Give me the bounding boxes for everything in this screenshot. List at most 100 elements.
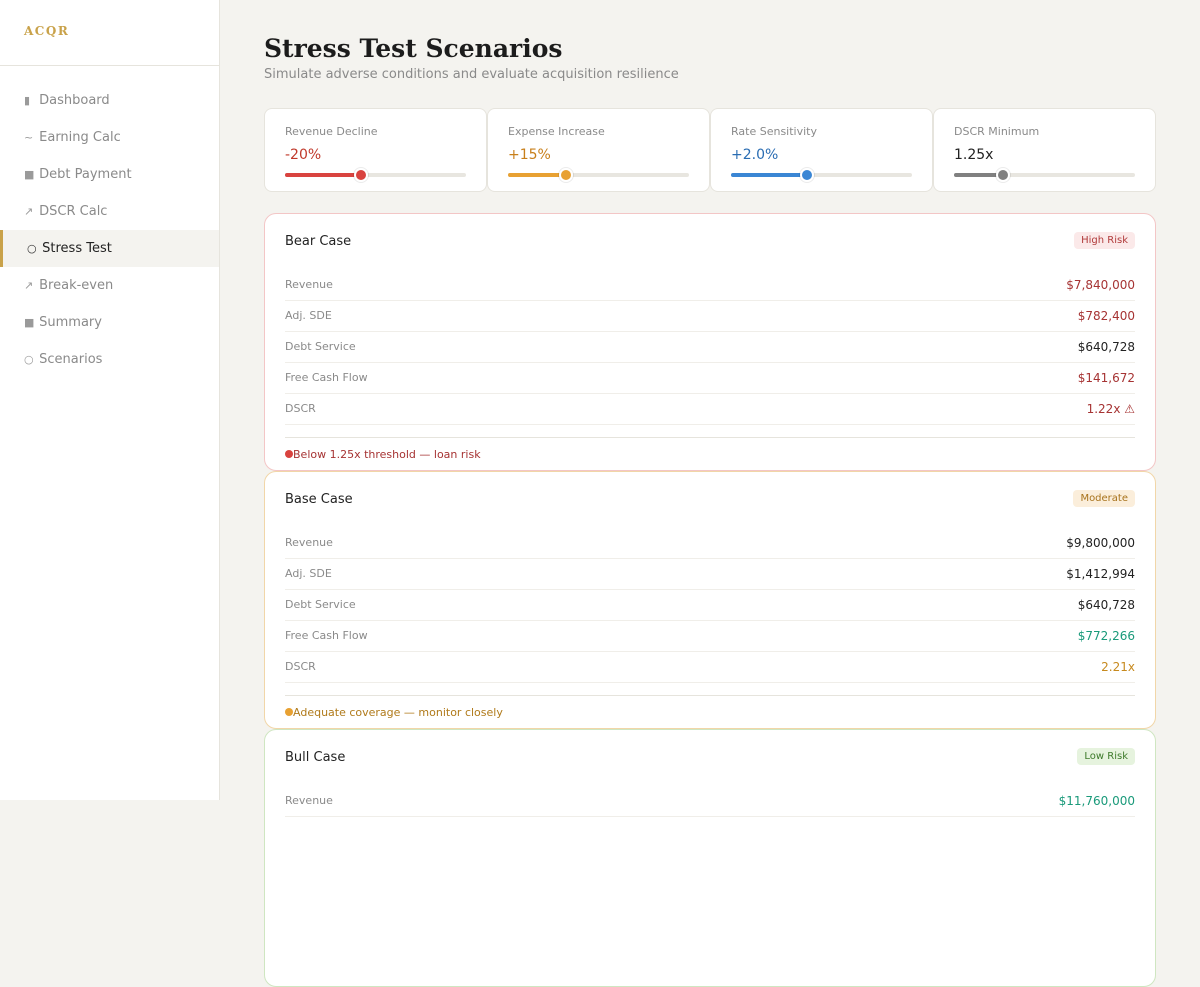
metric-label: Revenue: [285, 536, 333, 549]
slider-value: +2.0%: [731, 147, 779, 163]
metric-label: Revenue: [285, 794, 333, 807]
metric-row: Debt Service $640,728: [285, 332, 1135, 363]
page-subtitle: Simulate adverse conditions and evaluate…: [264, 67, 679, 82]
metric-row: DSCR 1.22x ⚠: [285, 394, 1135, 425]
scenario-name: Bull Case: [285, 750, 346, 765]
scenario-header: Bear Case High Risk: [285, 214, 1135, 270]
metric-value: 2.21x: [1101, 660, 1135, 674]
sidebar-item-label: DSCR Calc: [39, 204, 108, 219]
scenario-note-text: Adequate coverage — monitor closely: [293, 706, 503, 719]
slider-label: Revenue Decline: [285, 125, 378, 138]
trend-up-icon: ↗: [24, 279, 34, 292]
slider-track[interactable]: [508, 168, 689, 182]
slider-value: 1.25x: [954, 147, 994, 163]
slider-thumb[interactable]: [558, 168, 573, 182]
bull-case-card: Bull Case Low Risk Revenue $11,760,000: [264, 729, 1156, 987]
metric-row: Free Cash Flow $141,672: [285, 363, 1135, 394]
metric-value: $9,800,000: [1066, 536, 1135, 550]
sidebar-item-label: Debt Payment: [39, 167, 132, 182]
metric-value: $640,728: [1077, 340, 1135, 354]
metric-value: $141,672: [1077, 371, 1135, 385]
slider-thumb[interactable]: [995, 168, 1010, 182]
metric-label: Debt Service: [285, 340, 356, 353]
sidebar-item-debt-payment[interactable]: ■ Debt Payment: [0, 156, 219, 193]
slider-value: +15%: [508, 147, 551, 163]
sidebar: ACQR ▮ Dashboard ~ Earning Calc ■ Debt P…: [0, 0, 220, 800]
scenario-name: Base Case: [285, 492, 353, 507]
sidebar-nav: ▮ Dashboard ~ Earning Calc ■ Debt Paymen…: [0, 66, 219, 378]
metric-row: Adj. SDE $782,400: [285, 301, 1135, 332]
metric-row: Revenue $7,840,000: [285, 270, 1135, 301]
slider-fill: [508, 173, 566, 177]
sidebar-item-summary[interactable]: ■ Summary: [0, 304, 219, 341]
sidebar-item-label: Stress Test: [42, 241, 112, 256]
slider-track[interactable]: [954, 168, 1135, 182]
slider-label: Rate Sensitivity: [731, 125, 817, 138]
sidebar-item-label: Scenarios: [39, 352, 103, 367]
metric-label: Revenue: [285, 278, 333, 291]
revenue-decline-slider-card: Revenue Decline -20%: [264, 108, 487, 192]
metric-label: DSCR: [285, 402, 316, 415]
square-icon: ■: [24, 168, 35, 181]
base-case-card: Base Case Moderate Revenue $9,800,000 Adj…: [264, 471, 1156, 729]
sidebar-item-dscr-calc[interactable]: ↗ DSCR Calc: [0, 193, 219, 230]
app-logo[interactable]: ACQR: [0, 0, 219, 66]
rate-sensitivity-slider-card: Rate Sensitivity +2.0%: [710, 108, 933, 192]
metric-value: $772,266: [1077, 629, 1135, 643]
sidebar-item-label: Summary: [39, 315, 102, 330]
slider-track[interactable]: [731, 168, 912, 182]
metric-label: Adj. SDE: [285, 567, 332, 580]
sidebar-item-label: Break-even: [39, 278, 114, 293]
scenario-note: Below 1.25x threshold — loan risk: [285, 437, 1135, 472]
dashboard-icon: ▮: [24, 94, 31, 107]
metric-label: Free Cash Flow: [285, 371, 368, 384]
metric-row: Debt Service $640,728: [285, 590, 1135, 621]
slider-track[interactable]: [285, 168, 466, 182]
expense-increase-slider-card: Expense Increase +15%: [487, 108, 710, 192]
risk-badge: Moderate: [1073, 490, 1135, 507]
dscr-minimum-slider-card: DSCR Minimum 1.25x: [933, 108, 1156, 192]
metric-row: DSCR 2.21x: [285, 652, 1135, 683]
sidebar-item-label: Earning Calc: [39, 130, 121, 145]
sidebar-item-dashboard[interactable]: ▮ Dashboard: [0, 82, 219, 119]
scenario-note-text: Below 1.25x threshold — loan risk: [293, 448, 481, 461]
slider-fill: [285, 173, 362, 177]
slider-label: DSCR Minimum: [954, 125, 1040, 138]
slider-label: Expense Increase: [508, 125, 605, 138]
wave-icon: ~: [24, 131, 34, 144]
status-dot-icon: [285, 708, 293, 716]
metric-row: Free Cash Flow $772,266: [285, 621, 1135, 652]
square-icon: ■: [24, 316, 35, 329]
metric-label: Free Cash Flow: [285, 629, 368, 642]
metric-label: Debt Service: [285, 598, 356, 611]
slider-group: Revenue Decline -20% Expense Increase +1…: [264, 108, 1156, 192]
risk-badge: High Risk: [1074, 232, 1135, 249]
main-content: Stress Test Scenarios Simulate adverse c…: [264, 0, 1156, 987]
slider-fill: [731, 173, 808, 177]
scenario-header: Bull Case Low Risk: [285, 730, 1135, 786]
trend-up-icon: ↗: [24, 205, 34, 218]
scenario-note: Adequate coverage — monitor closely: [285, 695, 1135, 730]
sidebar-item-earning-calc[interactable]: ~ Earning Calc: [0, 119, 219, 156]
circle-icon: ○: [24, 353, 34, 366]
scenario-header: Base Case Moderate: [285, 472, 1135, 528]
sidebar-item-stress-test[interactable]: ○ Stress Test: [0, 230, 219, 267]
bear-case-card: Bear Case High Risk Revenue $7,840,000 Ad…: [264, 213, 1156, 471]
slider-value: -20%: [285, 147, 322, 163]
metric-value: $7,840,000: [1066, 278, 1135, 292]
sidebar-item-break-even[interactable]: ↗ Break-even: [0, 267, 219, 304]
slider-thumb[interactable]: [800, 168, 815, 182]
risk-badge: Low Risk: [1077, 748, 1135, 765]
circle-icon: ○: [27, 242, 37, 255]
slider-thumb[interactable]: [354, 168, 369, 182]
metric-row: Revenue $11,760,000: [285, 786, 1135, 817]
metric-value: $782,400: [1077, 309, 1135, 323]
metric-label: Adj. SDE: [285, 309, 332, 322]
metric-label: DSCR: [285, 660, 316, 673]
metric-row: Adj. SDE $1,412,994: [285, 559, 1135, 590]
metric-value: $640,728: [1077, 598, 1135, 612]
status-dot-icon: [285, 450, 293, 458]
metric-row: Revenue $9,800,000: [285, 528, 1135, 559]
metric-value: $1,412,994: [1066, 567, 1135, 581]
sidebar-item-scenarios[interactable]: ○ Scenarios: [0, 341, 219, 378]
